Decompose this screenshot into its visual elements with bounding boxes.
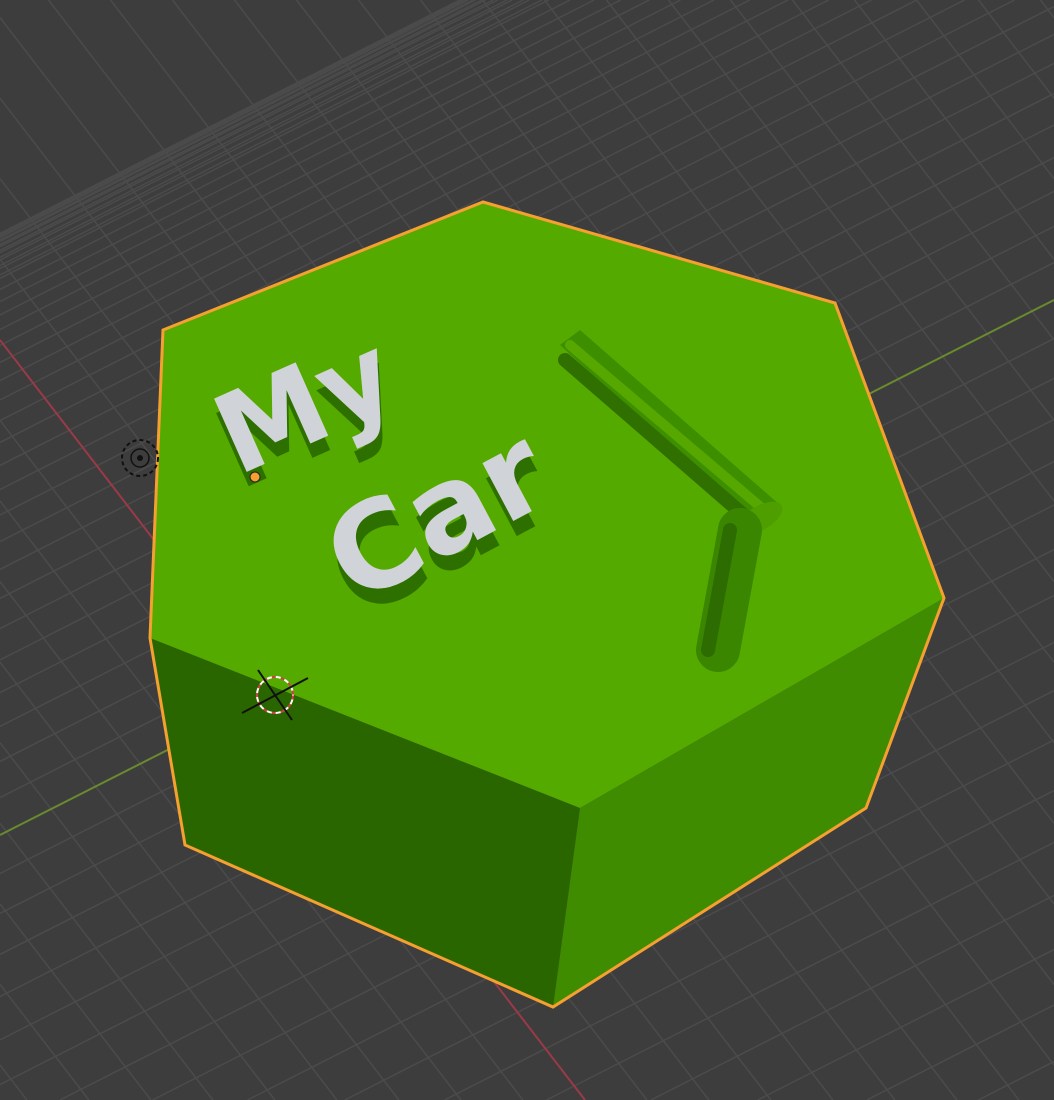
grid-line <box>757 948 1054 1100</box>
grid-line <box>0 0 494 252</box>
grid-line <box>0 0 467 238</box>
grid-line <box>791 0 1054 341</box>
grid-line <box>0 0 476 243</box>
grid-line <box>915 0 1054 180</box>
grid-line <box>853 0 1054 260</box>
viewport-canvas[interactable]: My My Car Car <box>0 0 1054 1100</box>
grid-line <box>0 0 498 254</box>
grid-line <box>977 0 1054 99</box>
grid-line <box>0 0 508 259</box>
grid-line <box>977 1060 1054 1100</box>
grid-line <box>1039 0 1054 19</box>
grid-line <box>0 822 214 1100</box>
origin-dot-icon[interactable] <box>249 471 261 483</box>
grid-line <box>0 0 474 241</box>
grid-line <box>0 903 152 1100</box>
hexagon-object[interactable]: My My Car Car <box>148 200 946 1009</box>
grid-line <box>0 0 486 248</box>
3d-viewport[interactable]: My My Car Car <box>0 0 1054 1100</box>
grid-line <box>0 0 469 239</box>
grid-line <box>650 894 1054 1100</box>
